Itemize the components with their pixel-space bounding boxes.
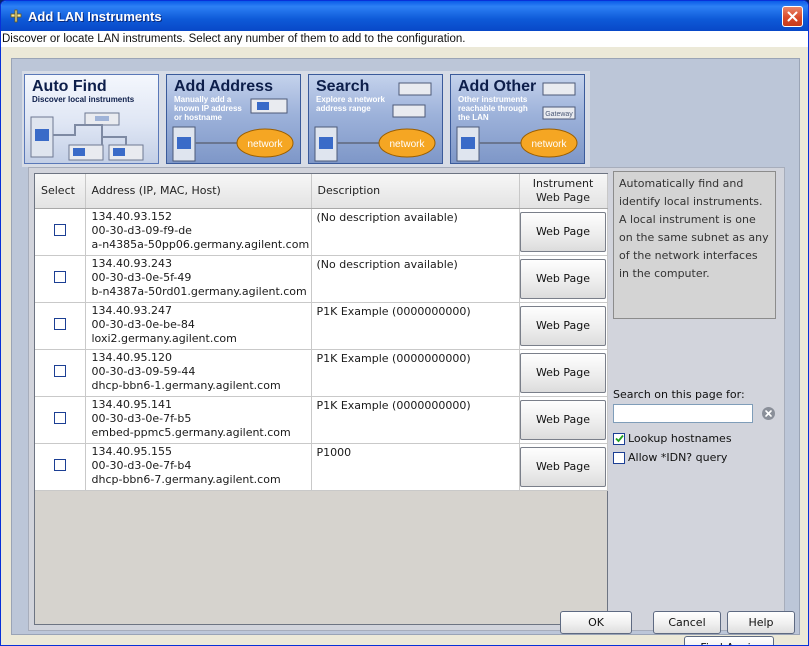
help-text: Automatically find and identify local in… — [613, 171, 776, 319]
column-header-webpage-line1: Instrument — [532, 176, 594, 190]
checkbox-box[interactable] — [613, 432, 625, 445]
side-panel: Automatically find and identify local in… — [610, 168, 784, 645]
description-cell: P1K Example (0000000000) — [311, 349, 520, 397]
ip-address: 134.40.95.155 — [91, 444, 172, 458]
table-row[interactable]: 134.40.95.141 00-30-d3-0e-7f-b5 embed-pp… — [35, 396, 608, 444]
mode-tabstrip: Auto Find Discover local instruments Add… — [22, 71, 590, 167]
tab-auto-find[interactable]: Auto Find Discover local instruments — [24, 74, 159, 164]
column-header-select[interactable]: Select — [35, 174, 86, 209]
ip-address: 134.40.93.243 — [91, 256, 172, 270]
mac-address: 00-30-d3-0e-5f-49 — [91, 270, 192, 284]
select-checkbox[interactable] — [53, 271, 66, 283]
select-checkbox[interactable] — [53, 224, 66, 236]
ip-address: 134.40.93.152 — [91, 209, 172, 223]
search-input[interactable] — [613, 404, 753, 423]
network-badge: network — [531, 139, 567, 150]
lookup-hostnames-label: Lookup hostnames — [628, 432, 732, 445]
checkmark-icon — [614, 434, 624, 443]
address-cell: 134.40.93.152 00-30-d3-09-f9-de a-n4385a… — [85, 208, 312, 256]
hostname: loxi2.germany.agilent.com — [91, 331, 237, 345]
table-header-row: Select Address (IP, MAC, Host) Descripti… — [35, 174, 608, 209]
description-cell: (No description available) — [311, 255, 520, 303]
description-cell: P1K Example (0000000000) — [311, 396, 520, 444]
table-row[interactable]: 134.40.95.120 00-30-d3-09-59-44 dhcp-bbn… — [35, 349, 608, 397]
tab-add-address[interactable]: Add Address Manually add a known IP addr… — [166, 74, 301, 164]
column-header-webpage-line2: Web Page — [535, 190, 591, 204]
clear-icon — [762, 407, 775, 420]
select-checkbox[interactable] — [53, 318, 66, 330]
auto-find-illustration-icon — [30, 112, 144, 161]
table-row[interactable]: 134.40.95.155 00-30-d3-0e-7f-b4 dhcp-bbn… — [35, 443, 608, 491]
mac-address: 00-30-d3-0e-7f-b4 — [91, 458, 192, 472]
ip-address: 134.40.95.120 — [91, 350, 172, 364]
auto-find-panel: Select Address (IP, MAC, Host) Descripti… — [28, 167, 785, 645]
search-label: Search on this page for: — [613, 388, 745, 401]
description-cell: (No description available) — [311, 208, 520, 256]
hostname: dhcp-bbn6-7.germany.agilent.com — [91, 472, 281, 486]
allow-idn-query-label: Allow *IDN? query — [628, 451, 728, 464]
hostname: a-n4385a-50pp06.germany.agilent.com — [91, 237, 310, 251]
web-page-button[interactable]: Web Page — [520, 446, 606, 487]
description-cell: P1K Example (0000000000) — [311, 302, 520, 350]
window-title: Add LAN Instruments — [28, 8, 162, 24]
tab-add-other[interactable]: Add Other Other instruments reachable th… — [450, 74, 585, 164]
ip-address: 134.40.93.247 — [91, 303, 172, 317]
hostname: b-n4387a-50rd01.germany.agilent.com — [91, 284, 307, 298]
web-page-button[interactable]: Web Page — [520, 211, 606, 252]
tab-search[interactable]: Search Explore a network address range n… — [308, 74, 443, 164]
dialog-body: Auto Find Discover local instruments Add… — [11, 58, 800, 645]
ok-button[interactable]: OK — [560, 611, 632, 634]
description-cell: P1000 — [311, 443, 520, 491]
mac-address: 00-30-d3-0e-7f-b5 — [91, 411, 192, 425]
help-button[interactable]: Help — [727, 611, 795, 634]
title-bar[interactable]: Add LAN Instruments — [1, 1, 808, 31]
add-other-illustration-icon: Gateway network — [456, 82, 578, 162]
address-cell: 134.40.93.247 00-30-d3-0e-be-84 loxi2.ge… — [85, 302, 312, 350]
gateway-badge: Gateway — [545, 111, 573, 118]
address-cell: 134.40.95.141 00-30-d3-0e-7f-b5 embed-pp… — [85, 396, 312, 444]
ip-address: 134.40.95.141 — [91, 397, 172, 411]
network-badge: network — [247, 139, 283, 150]
add-lan-instruments-dialog: Add LAN Instruments Discover or locate L… — [0, 0, 809, 646]
add-address-illustration-icon: network — [172, 98, 294, 162]
address-cell: 134.40.93.243 00-30-d3-0e-5f-49 b-n4387a… — [85, 255, 312, 303]
instrument-table: Select Address (IP, MAC, Host) Descripti… — [34, 173, 608, 625]
address-cell: 134.40.95.155 00-30-d3-0e-7f-b4 dhcp-bbn… — [85, 443, 312, 491]
select-checkbox[interactable] — [53, 365, 66, 377]
close-icon — [787, 11, 798, 22]
table-row[interactable]: 134.40.93.243 00-30-d3-0e-5f-49 b-n4387a… — [35, 255, 608, 303]
web-page-button[interactable]: Web Page — [520, 305, 606, 346]
select-checkbox[interactable] — [53, 412, 66, 424]
web-page-button[interactable]: Web Page — [520, 258, 606, 299]
mac-address: 00-30-d3-09-f9-de — [91, 223, 192, 237]
web-page-button[interactable]: Web Page — [520, 399, 606, 440]
lan-plug-icon — [9, 9, 23, 23]
dialog-subtitle: Discover or locate LAN instruments. Sele… — [1, 31, 808, 47]
lookup-hostnames-checkbox[interactable]: Lookup hostnames — [613, 432, 732, 445]
network-badge: network — [389, 139, 425, 150]
checkbox-box[interactable] — [613, 451, 625, 464]
allow-idn-query-checkbox[interactable]: Allow *IDN? query — [613, 451, 727, 464]
column-header-webpage[interactable]: Instrument Web Page — [519, 174, 608, 209]
mac-address: 00-30-d3-0e-be-84 — [91, 317, 195, 331]
address-cell: 134.40.95.120 00-30-d3-09-59-44 dhcp-bbn… — [85, 349, 312, 397]
clear-search-button[interactable] — [761, 406, 776, 421]
table-row[interactable]: 134.40.93.247 00-30-d3-0e-be-84 loxi2.ge… — [35, 302, 608, 350]
select-checkbox[interactable] — [53, 459, 66, 471]
column-header-address[interactable]: Address (IP, MAC, Host) — [85, 174, 312, 209]
close-button[interactable] — [782, 6, 803, 27]
table-row[interactable]: 134.40.93.152 00-30-d3-09-f9-de a-n4385a… — [35, 208, 608, 256]
mac-address: 00-30-d3-09-59-44 — [91, 364, 196, 378]
search-illustration-icon: network — [314, 82, 436, 162]
cancel-button[interactable]: Cancel — [653, 611, 721, 634]
hostname: dhcp-bbn6-1.germany.agilent.com — [91, 378, 281, 392]
hostname: embed-ppmc5.germany.agilent.com — [91, 425, 291, 439]
column-header-description[interactable]: Description — [311, 174, 520, 209]
web-page-button[interactable]: Web Page — [520, 352, 606, 393]
dialog-button-bar: OK Cancel Help — [1, 609, 808, 645]
